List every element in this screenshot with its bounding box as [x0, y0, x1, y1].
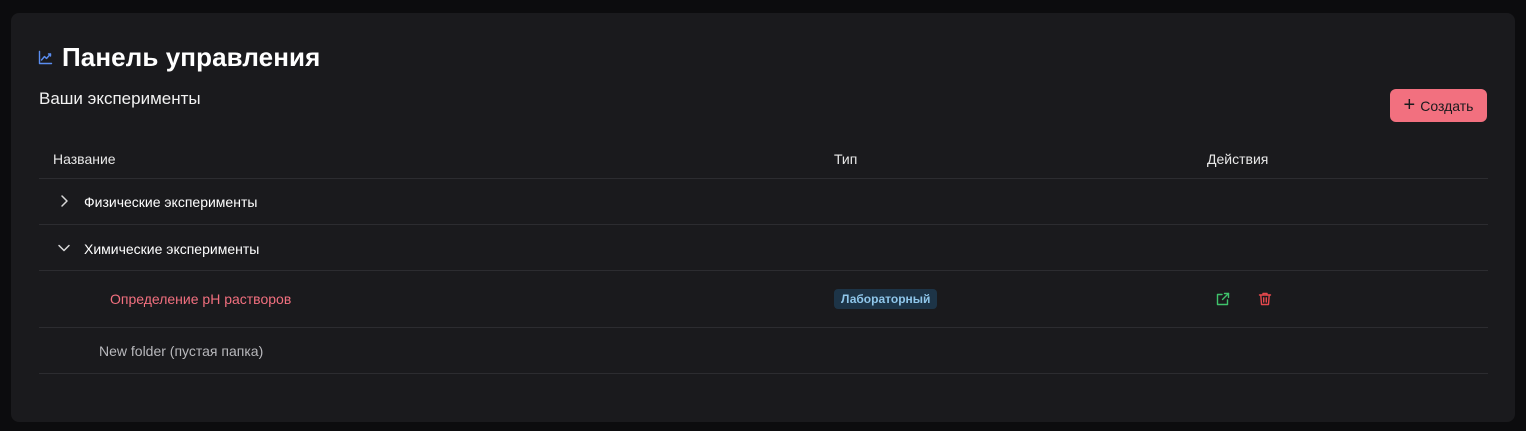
section-title: Ваши эксперименты [39, 89, 201, 108]
open-external-icon[interactable] [1215, 291, 1231, 307]
folder-row-chemistry[interactable]: Химические эксперименты [39, 225, 1488, 271]
column-header-actions: Действия [1207, 151, 1269, 167]
chart-line-icon [38, 50, 53, 65]
folder-label: Физические эксперименты [84, 194, 258, 210]
dashboard-panel: Панель управления Ваши эксперименты + Со… [11, 13, 1515, 422]
column-header-type: Тип [834, 151, 858, 167]
table-row: Определение pH растворов Лабораторный [39, 271, 1488, 328]
empty-folder-label: New folder (пустая папка) [99, 343, 264, 359]
create-button[interactable]: + Создать [1390, 89, 1487, 122]
column-header-name: Название [53, 151, 116, 167]
empty-folder-row: New folder (пустая папка) [39, 328, 1488, 374]
folder-label: Химические эксперименты [84, 241, 260, 257]
experiments-table: Название Тип Действия Физические экспери… [39, 137, 1488, 374]
type-badge: Лабораторный [834, 289, 938, 309]
trash-icon[interactable] [1257, 291, 1273, 307]
table-header: Название Тип Действия [39, 137, 1488, 179]
folder-row-physics[interactable]: Физические эксперименты [39, 179, 1488, 225]
page-title: Панель управления [62, 41, 321, 72]
experiment-link[interactable]: Определение pH растворов [110, 291, 291, 307]
create-button-label: Создать [1420, 97, 1474, 114]
chevron-right-icon[interactable] [57, 194, 71, 208]
plus-icon: + [1403, 93, 1416, 116]
chevron-down-icon[interactable] [57, 241, 71, 255]
page-header: Панель управления [38, 42, 320, 72]
